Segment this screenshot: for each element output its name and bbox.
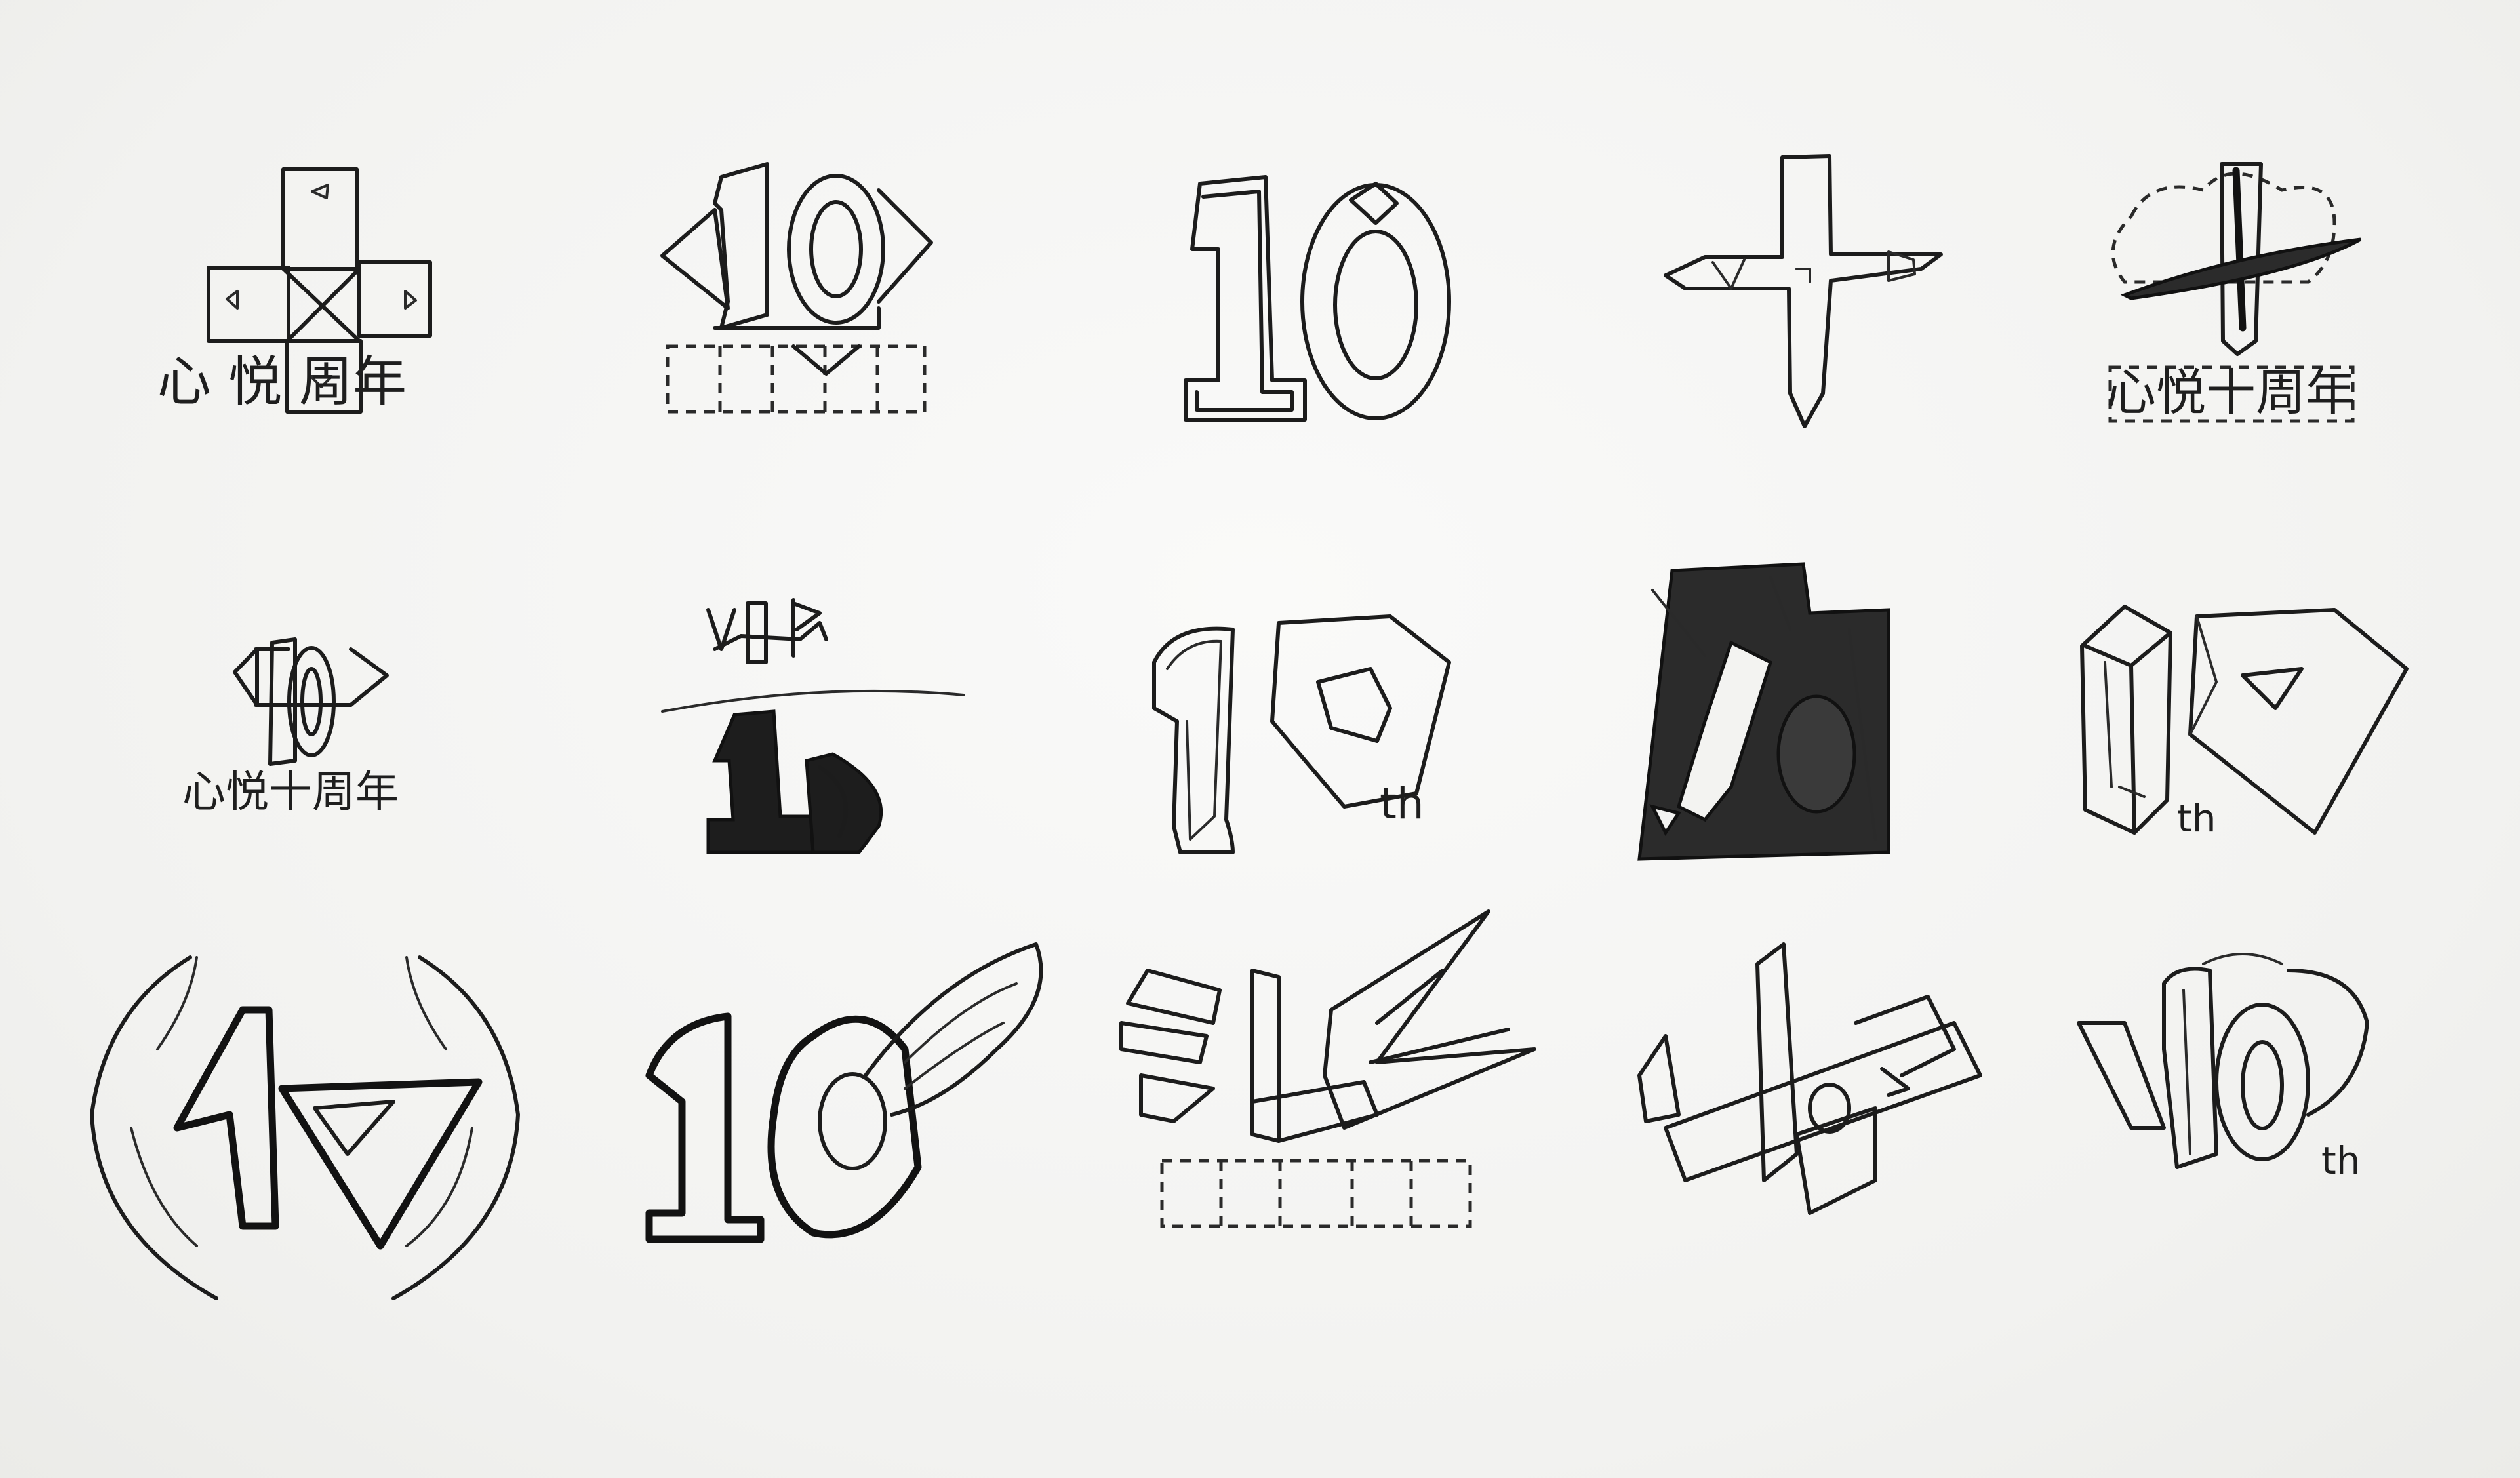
sketch-layered-10th: th: [2077, 953, 2369, 1183]
sketch-vip-over-10: [661, 598, 965, 854]
sketch-winged-10: [90, 955, 520, 1300]
caption-sketch-5: 心悦十周年: [2106, 363, 2355, 422]
sketch-sheet: 心 悦 周年 心悦十周年 心悦十周年 th th th: [0, 0, 2520, 1478]
sketch-isometric-vip: [1637, 942, 1982, 1215]
th-label-3: th: [2321, 1138, 2361, 1183]
sketch-leaf-burst: [1119, 909, 1536, 1228]
sketch-3d-10th: th: [2080, 605, 2409, 841]
th-label-2: th: [2177, 796, 2216, 841]
th-label-1: th: [1380, 778, 1424, 829]
sketch-sword-emblem: 心悦十周年: [2106, 162, 2362, 423]
sketch-dpad-cross: 心 悦 周年: [157, 167, 432, 414]
sketch-flame-10: [645, 942, 1043, 1243]
sketch-diamond-10-boxes: [660, 162, 933, 414]
sketch-outline-10: [1184, 175, 1451, 422]
sketch-10th-outline: th: [1152, 614, 1451, 854]
sketch-shaded-10: [1637, 562, 1890, 861]
sketch-diamond-10-small: 心悦十周年: [182, 637, 399, 817]
sketch-vip-cross: [1664, 154, 1943, 428]
caption-sketch-6: 心悦十周年: [182, 767, 399, 817]
caption-sketch-1: 心 悦 周年: [157, 351, 407, 413]
sketch-canvas: 心 悦 周年 心悦十周年 心悦十周年 th th th: [90, 154, 2409, 1300]
